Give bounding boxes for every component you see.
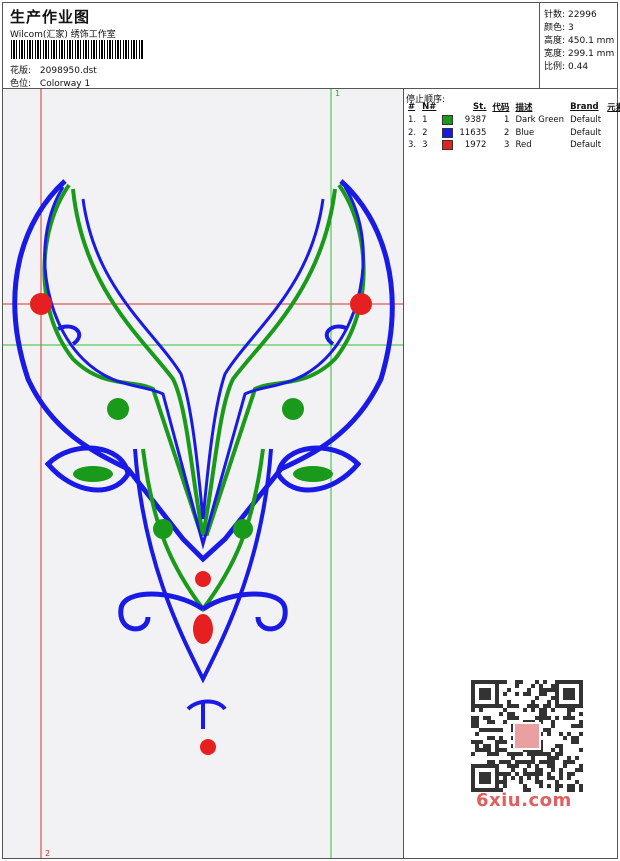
row-index: 1. (408, 115, 417, 126)
color-swatch (442, 140, 454, 150)
row-code: 1 (504, 115, 510, 126)
qr-logo (515, 724, 539, 748)
row-description: Dark Green (515, 115, 565, 126)
row-brand: Default (570, 140, 602, 151)
row-code: 2 (504, 127, 510, 138)
row-stitches: 9387 (464, 115, 487, 126)
neck-curve-green (71, 188, 337, 535)
spec-height: 高度: 450.1 mm (544, 36, 615, 46)
flower-red-right (350, 293, 372, 315)
bud-green-right (233, 519, 253, 539)
file-name: 2098950.dst (39, 66, 97, 76)
spec-panel: 针数: 22996 颜色: 3 高度: 450.1 mm 宽度: 299.1 mm 比例… (539, 2, 618, 89)
lower-blue-shape (133, 448, 273, 684)
spec-width: 宽度: 299.1 mm (544, 49, 615, 59)
row-swatch (439, 139, 456, 152)
flower-red-center-top (195, 571, 211, 587)
spec-scale: 比例: 0.44 (544, 62, 589, 72)
design-canvas: 1 2 (2, 88, 404, 859)
col-stitches: St. (473, 102, 487, 112)
color-table: # N# St. 代码 描述 Brand 元素 1. 1 9387 1 Dark Gre… (405, 100, 620, 152)
guide-label-bottom: 2 (45, 849, 51, 858)
studio-name: Wilcom(汇家) 绣饰工作室 (10, 30, 116, 40)
row-index: 2. (408, 127, 417, 138)
bud-green-left (153, 519, 173, 539)
col-element: 元素 (607, 103, 620, 113)
neck-curve-blue (81, 198, 325, 520)
col-description: 描述 (515, 103, 533, 113)
qr-code (471, 680, 583, 792)
bottom-scroll-right (201, 591, 288, 632)
bottom-blue-tip (186, 699, 227, 729)
flower-red-left (30, 293, 52, 315)
embroidery-design (3, 89, 403, 858)
row-index: 3. (408, 140, 417, 151)
row-swatch (439, 114, 456, 127)
table-row: 3. 3 1972 3 Red Default (405, 139, 620, 152)
table-row: 2. 2 11635 2 Blue Default (405, 127, 620, 140)
row-number: 3 (422, 140, 428, 151)
col-code: 代码 (492, 103, 510, 113)
rose-green-left (107, 398, 129, 420)
col-brand: Brand (570, 102, 599, 112)
row-code: 3 (504, 140, 510, 151)
row-description: Red (515, 140, 532, 151)
row-swatch (439, 127, 456, 140)
row-stitches: 1972 (464, 140, 487, 151)
page-title: 生产作业图 (10, 8, 91, 26)
col-swatch (439, 100, 456, 114)
color-swatch (442, 127, 454, 138)
row-element (604, 139, 620, 152)
leaf-green-right (293, 466, 333, 482)
header-panel: 生产作业图 Wilcom(汇家) 绣饰工作室 花版: 2098950.dst 色… (2, 2, 540, 89)
row-brand: Default (570, 115, 602, 126)
row-number: 2 (422, 127, 428, 138)
barcode (11, 40, 143, 59)
watermark-site: 6xiu.com (476, 790, 572, 811)
spec-colors: 颜色: 3 (544, 23, 574, 33)
table-row: 1. 1 9387 1 Dark Green Default (405, 114, 620, 127)
qr-pattern (471, 680, 583, 792)
color-table-header: # N# St. 代码 描述 Brand 元素 (405, 100, 620, 114)
col-number: N# (422, 102, 437, 112)
flower-red-center (193, 614, 213, 644)
row-element (604, 127, 620, 140)
file-label: 花版: (10, 66, 32, 76)
bottom-scroll-left (118, 591, 205, 632)
guide-label-top: 1 (335, 89, 341, 98)
row-element (604, 114, 620, 127)
file-row: 花版: 2098950.dst (10, 63, 97, 76)
rose-green-right (282, 398, 304, 420)
row-number: 1 (422, 115, 428, 126)
spec-stitches: 针数: 22996 (544, 10, 597, 20)
col-index: # (408, 102, 416, 112)
row-brand: Default (570, 127, 602, 138)
row-description: Blue (515, 127, 535, 138)
flower-red-bottom (200, 739, 216, 755)
row-stitches: 11635 (459, 127, 487, 138)
leaf-green-left (73, 466, 113, 482)
color-swatch (442, 115, 454, 125)
